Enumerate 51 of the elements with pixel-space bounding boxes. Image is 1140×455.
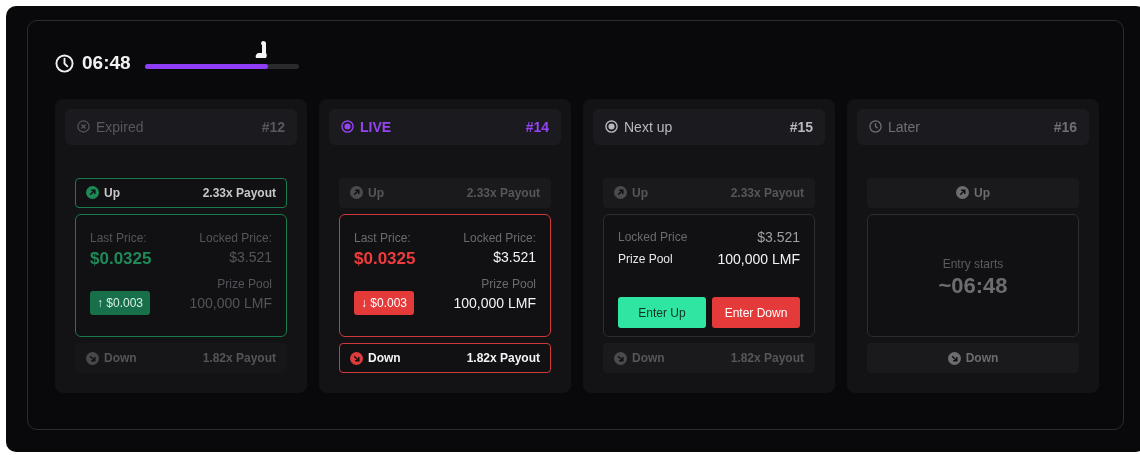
locked-price: $3.521: [757, 228, 800, 245]
price-label: Locked Price:: [463, 230, 536, 245]
enter-down-button[interactable]: Enter Down: [712, 297, 800, 329]
price-label: Last Price:: [90, 230, 147, 245]
clock-icon: [55, 53, 74, 73]
direction-label: Down: [965, 351, 999, 366]
round-status: Later: [888, 118, 920, 135]
payout-text: 1.82x Payout: [730, 351, 804, 366]
round-number: #12: [261, 118, 285, 135]
close-circle-icon: [77, 120, 90, 134]
direction-label: Down: [632, 351, 665, 366]
prize-pool: 100,000 LMF: [717, 250, 800, 267]
locked-price: $3.521: [229, 248, 272, 265]
last-price: $0.0325: [90, 248, 152, 269]
direction-label: Down: [104, 351, 137, 366]
countdown-time: 06:48: [82, 52, 131, 74]
price-change-badge: ↓ $0.003: [354, 290, 415, 315]
pool-label: Prize Pool: [217, 276, 272, 291]
payout-text: 2.33x Payout: [730, 185, 804, 200]
round-status: Next up: [624, 118, 673, 135]
radio-icon: [341, 120, 354, 134]
direction-label: Up: [974, 185, 990, 200]
enter-up-button[interactable]: Enter Up: [618, 297, 706, 329]
radio-icon: [605, 120, 618, 134]
price-change-badge: ↑ $0.003: [90, 290, 151, 315]
prize-pool: 100,000 LMF: [189, 294, 272, 311]
price-label: Last Price:: [354, 230, 411, 245]
entry-label: Entry starts: [942, 257, 1004, 272]
price-label: Locked Price:: [199, 230, 272, 245]
direction-label: Up: [632, 185, 648, 200]
pool-label: Prize Pool: [618, 251, 673, 266]
round-status: Expired: [96, 118, 144, 135]
payout-text: 1.82x Payout: [202, 351, 276, 366]
last-price: $0.0325: [354, 248, 416, 269]
round-number: #15: [789, 118, 813, 135]
round-number: #16: [1053, 118, 1077, 135]
payout-text: 2.33x Payout: [202, 185, 276, 200]
round-status: LIVE: [360, 118, 392, 135]
prize-pool: 100,000 LMF: [453, 294, 536, 311]
direction-label: Up: [368, 185, 384, 200]
payout-text: 2.33x Payout: [466, 185, 540, 200]
clock-icon: [869, 120, 882, 134]
pool-label: Prize Pool: [481, 276, 536, 291]
direction-label: Down: [368, 351, 401, 366]
marker-icon: [253, 39, 270, 60]
price-label: Locked Price: [618, 229, 688, 244]
round-number: #14: [525, 118, 549, 135]
payout-text: 1.82x Payout: [466, 351, 540, 366]
direction-label: Up: [104, 185, 120, 200]
locked-price: $3.521: [493, 248, 536, 265]
entry-time: ~06:48: [938, 273, 1008, 300]
